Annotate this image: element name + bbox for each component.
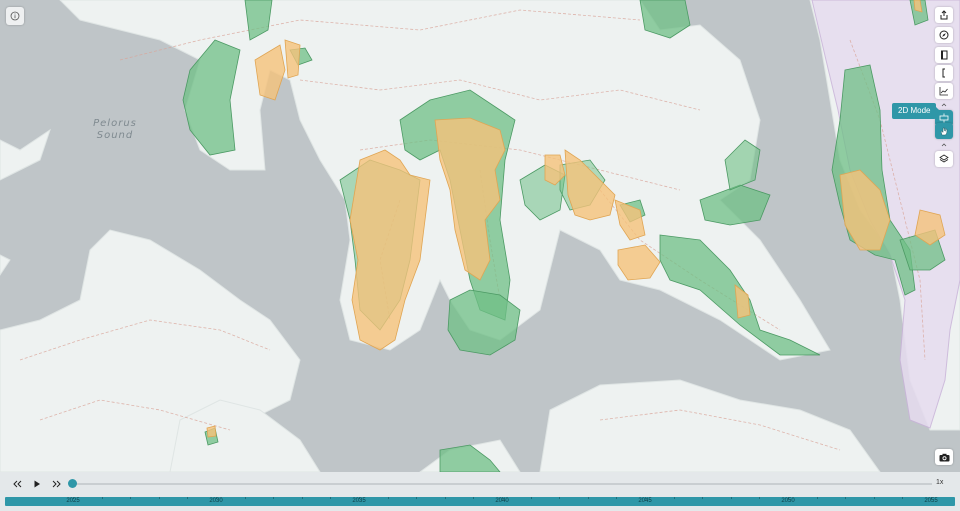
year-tick [816, 497, 818, 499]
compass-icon [939, 30, 949, 40]
map-canvas[interactable] [0, 0, 960, 472]
year-label: 2045 [638, 498, 652, 504]
info-icon [10, 11, 20, 21]
place-label-line2: Sound [96, 130, 134, 141]
year-tick [330, 497, 332, 499]
year-tick [559, 497, 561, 499]
year-tick [702, 497, 704, 499]
year-tick [616, 497, 618, 499]
year-tick [587, 497, 589, 499]
year-tick [902, 497, 904, 499]
year-label: 2055 [924, 498, 938, 504]
share-icon [940, 10, 948, 20]
year-tick [301, 497, 303, 499]
year-tick [444, 497, 446, 499]
chart-button[interactable] [935, 83, 953, 99]
year-label: 2025 [66, 498, 80, 504]
camera-icon [939, 453, 949, 461]
timeline-thumb[interactable] [68, 479, 77, 488]
year-tick [873, 497, 875, 499]
year-tick [130, 497, 132, 499]
year-tick [244, 497, 246, 499]
year-scale[interactable]: 2025 2030 2035 2040 2045 2050 2055 [5, 497, 955, 506]
year-tick [187, 497, 189, 499]
year-tick [530, 497, 532, 499]
fast-forward-icon [52, 480, 61, 488]
year-tick [759, 497, 761, 499]
bookmark-icon [941, 50, 948, 60]
play-button[interactable] [28, 477, 46, 491]
year-tick [387, 497, 389, 499]
bracket-button[interactable] [935, 65, 953, 81]
place-label-line1: Pelorus [93, 118, 137, 129]
hand-icon [940, 127, 948, 136]
chevron-up-icon [941, 103, 947, 107]
rewind-icon [13, 480, 22, 488]
screenshot-button[interactable] [935, 449, 953, 465]
year-tick [673, 497, 675, 499]
info-button[interactable] [6, 7, 24, 25]
year-label: 2035 [352, 498, 366, 504]
timeline-track[interactable] [72, 483, 932, 485]
2d-mode-tooltip: 2D Mode [892, 103, 941, 119]
year-tick [158, 497, 160, 499]
pan-tool-button[interactable] [935, 123, 953, 139]
fast-forward-button[interactable] [48, 477, 66, 491]
layers-icon [939, 154, 949, 163]
compass-button[interactable] [935, 27, 953, 43]
layers-button[interactable] [935, 151, 953, 167]
year-tick [273, 497, 275, 499]
expand-button[interactable] [935, 141, 953, 149]
chevron-up-small-icon [941, 143, 947, 147]
timeline-panel: 1x 2025 2030 2035 2040 2045 2050 2055 [0, 472, 960, 511]
bookmark-button[interactable] [935, 47, 953, 63]
year-tick [101, 497, 103, 499]
play-icon [34, 480, 40, 488]
share-button[interactable] [935, 7, 953, 23]
year-tick [730, 497, 732, 499]
year-label: 2050 [781, 498, 795, 504]
year-tick [845, 497, 847, 499]
rewind-button[interactable] [8, 477, 26, 491]
year-label: 2030 [209, 498, 223, 504]
year-label: 2040 [495, 498, 509, 504]
place-label-pelorus-sound: Pelorus Sound [80, 118, 150, 142]
year-tick [416, 497, 418, 499]
year-tick [473, 497, 475, 499]
chart-icon [939, 87, 948, 96]
playback-speed[interactable]: 1x [936, 479, 943, 486]
bracket-icon [942, 68, 945, 78]
